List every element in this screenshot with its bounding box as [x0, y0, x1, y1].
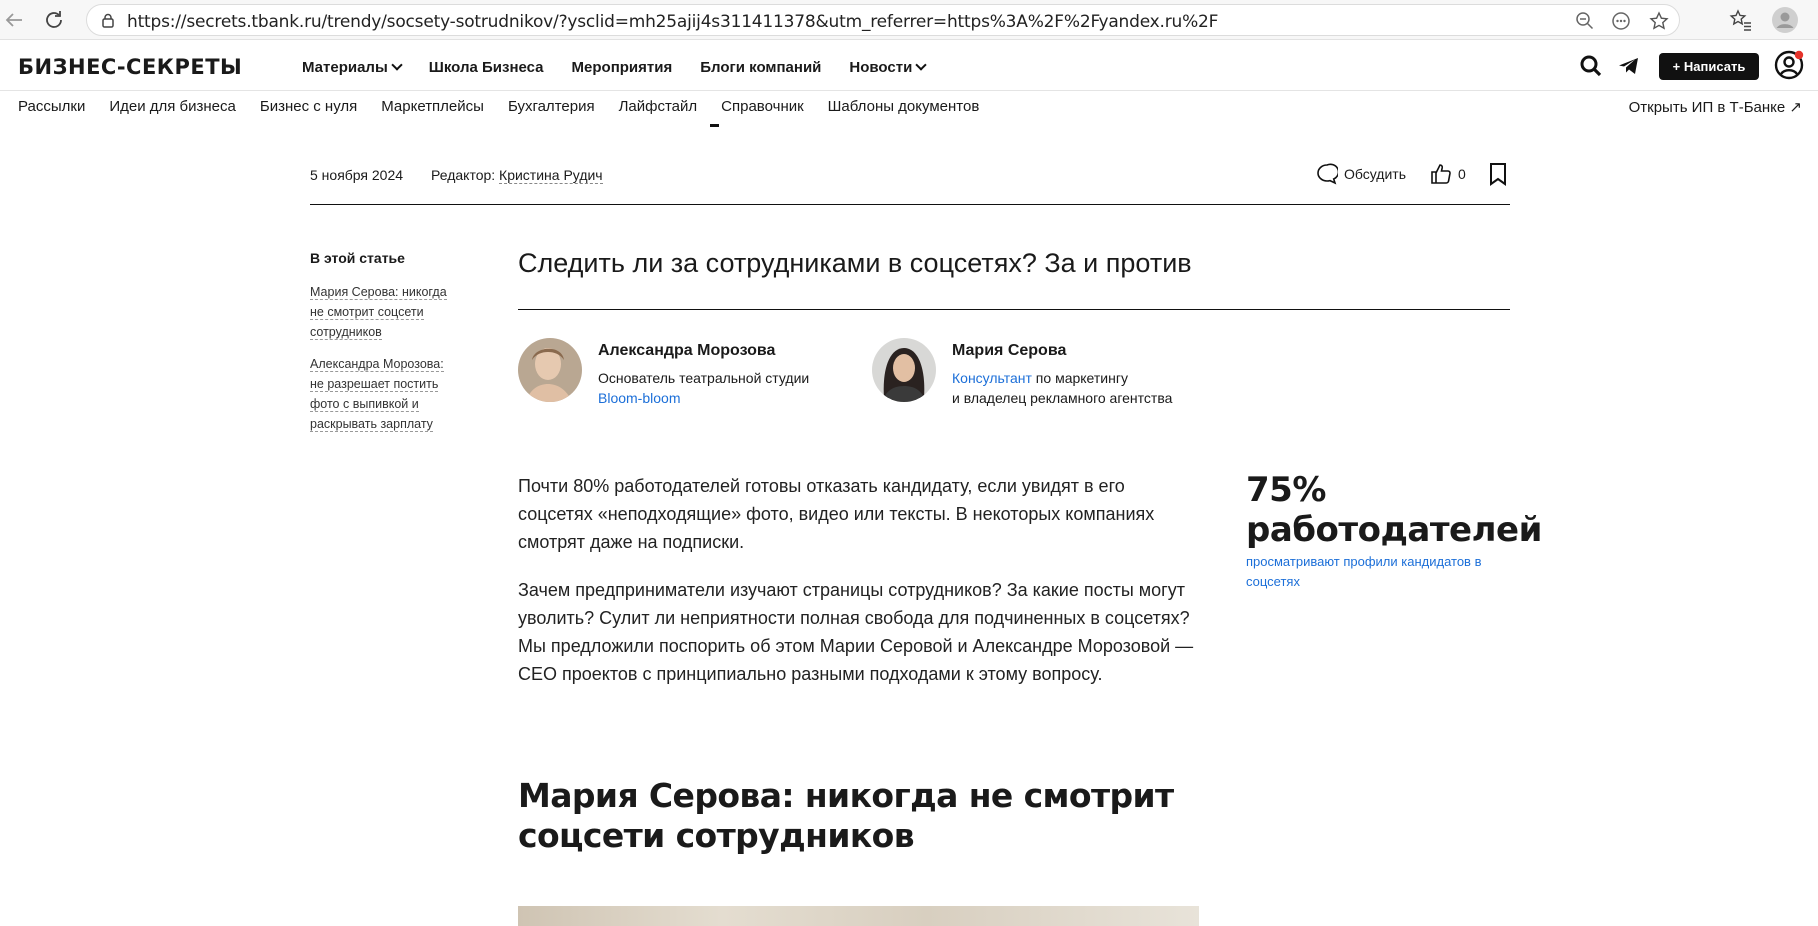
nav-item-events[interactable]: Мероприятия: [572, 59, 673, 76]
address-bar[interactable]: https://secrets.tbank.ru/trendy/socsety-…: [86, 4, 1680, 36]
favorites-icon[interactable]: [1728, 7, 1754, 33]
profile-icon[interactable]: [1772, 7, 1798, 33]
editor-info: Редактор: Кристина Рудич: [431, 167, 603, 184]
toc-item[interactable]: Александра Морозова: не разрешает постит…: [310, 354, 460, 434]
main-nav: Материалы Школа Бизнеса Мероприятия Блог…: [302, 59, 953, 76]
author-role: Основатель театральной студии Bloom-bloo…: [598, 368, 809, 408]
nav-item-news[interactable]: Новости: [849, 59, 927, 76]
discuss-button[interactable]: Обсудить: [1316, 163, 1406, 185]
thumbs-up-icon: [1431, 164, 1451, 184]
telegram-icon[interactable]: [1617, 54, 1641, 78]
write-button-label: Написать: [1683, 59, 1746, 74]
article-meta: 5 ноября 2024 Редактор: Кристина Рудич О…: [310, 163, 1510, 205]
section-heading: Мария Серова: никогда не смотрит соцсети…: [518, 776, 1174, 855]
star-icon[interactable]: [1649, 11, 1669, 31]
author-photo: [872, 338, 936, 402]
back-icon[interactable]: [2, 8, 26, 32]
nav-item-label: Материалы: [302, 59, 388, 76]
nav-item-blogs[interactable]: Блоги компаний: [700, 59, 821, 76]
like-button[interactable]: 0: [1430, 163, 1466, 185]
write-button[interactable]: + Написать: [1659, 53, 1759, 80]
sub-nav: Рассылки Идеи для бизнеса Бизнес с нуля …: [18, 98, 1003, 115]
comment-icon: [1317, 163, 1338, 185]
zoom-out-icon[interactable]: [1575, 11, 1595, 31]
site-header: БИЗНЕС-СЕКРЕТЫ Материалы Школа Бизнеса М…: [0, 41, 1818, 91]
editor-name-link[interactable]: Кристина Рудич: [499, 167, 603, 184]
site-logo[interactable]: БИЗНЕС-СЕКРЕТЫ: [18, 55, 242, 79]
chevron-down-icon: [391, 59, 403, 71]
article-title: Следить ли за сотрудниками в соцсетях? З…: [518, 248, 1192, 278]
subnav-item-from-scratch[interactable]: Бизнес с нуля: [260, 98, 357, 115]
nav-item-label: Новости: [849, 59, 913, 76]
stat-description: просматривают профили кандидатов в соцсе…: [1246, 554, 1482, 589]
toc-item[interactable]: Мария Серова: никогда не смотрит соцсети…: [310, 282, 460, 342]
toc-item-label: Александра Морозова: не разрешает постит…: [310, 357, 444, 432]
author-photo: [518, 338, 582, 402]
author-name[interactable]: Александра Морозова: [598, 342, 775, 360]
article-paragraph: Почти 80% работодателей готовы отказать …: [518, 476, 1155, 552]
active-tab-indicator: [710, 124, 719, 127]
divider: [518, 309, 1510, 310]
lock-icon: [102, 13, 114, 28]
user-icon: [1774, 50, 1804, 80]
article-paragraph: Зачем предприниматели изучают страницы с…: [518, 580, 1194, 684]
author-role-line: и владелец рекламного агентства: [952, 390, 1173, 406]
discuss-label: Обсудить: [1344, 166, 1406, 182]
more-options-icon[interactable]: [1611, 11, 1631, 31]
subnav-item-marketplaces[interactable]: Маркетплейсы: [381, 98, 484, 115]
subnav-item-mailings[interactable]: Рассылки: [18, 98, 85, 115]
toc-title: В этой статье: [310, 250, 405, 266]
reload-icon[interactable]: [42, 8, 66, 32]
user-avatar-button[interactable]: [1774, 50, 1804, 80]
plus-icon: +: [1672, 59, 1681, 74]
author-name[interactable]: Мария Серова: [952, 342, 1066, 360]
toc-item-label: Мария Серова: никогда не смотрит соцсети…: [310, 285, 447, 340]
chevron-down-icon: [915, 59, 927, 71]
subnav-item-templates[interactable]: Шаблоны документов: [828, 98, 980, 115]
nav-item-materials[interactable]: Материалы: [302, 59, 403, 76]
like-count: 0: [1458, 166, 1466, 182]
subnav-item-lifestyle[interactable]: Лайфстайл: [619, 98, 698, 115]
consultant-link[interactable]: Консультант: [952, 370, 1032, 386]
author-role: Консультант по маркетингу и владелец рек…: [952, 368, 1172, 408]
stat-number: 75% работодателей: [1246, 470, 1542, 550]
author-role-text: по маркетингу: [1031, 370, 1128, 386]
stat-callout: 75% работодателей просматривают профили …: [1246, 470, 1542, 592]
section-image: [518, 906, 1199, 926]
subnav-item-reference[interactable]: Справочник: [721, 98, 804, 115]
subnav-item-accounting[interactable]: Бухгалтерия: [508, 98, 595, 115]
browser-toolbar: https://secrets.tbank.ru/trendy/socsety-…: [0, 0, 1818, 40]
subnav-item-ideas[interactable]: Идеи для бизнеса: [109, 98, 236, 115]
publish-date: 5 ноября 2024: [310, 167, 404, 183]
editor-label: Редактор:: [431, 167, 500, 183]
open-ip-link[interactable]: Открыть ИП в Т‑Банке ↗: [1629, 98, 1802, 116]
nav-item-school[interactable]: Школа Бизнеса: [429, 59, 544, 76]
search-icon[interactable]: [1579, 54, 1603, 78]
notification-dot: [1794, 50, 1804, 60]
bookmark-icon[interactable]: [1488, 162, 1508, 186]
author-company-link[interactable]: Bloom-bloom: [598, 388, 809, 408]
author-role-line: Основатель театральной студии: [598, 370, 810, 386]
url-text[interactable]: https://secrets.tbank.ru/trendy/socsety-…: [127, 12, 1218, 32]
